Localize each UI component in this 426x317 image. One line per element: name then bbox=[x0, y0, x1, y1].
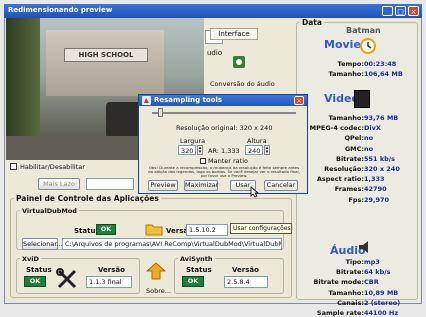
maximize-button[interactable]: □ bbox=[395, 6, 406, 16]
data-row-value: no bbox=[364, 144, 374, 153]
data-row-label: Canais: bbox=[337, 298, 364, 307]
xvid-version-field: 1.1.3 final bbox=[86, 276, 132, 288]
data-row-value: 320 x 240 bbox=[364, 165, 400, 173]
path-field[interactable]: C:\Arquivos de programas\AVI ReComp\Virt… bbox=[62, 238, 282, 250]
keep-ratio-checkbox[interactable] bbox=[200, 158, 206, 164]
data-row-label: Tamanho: bbox=[328, 70, 364, 79]
data-row-label: Bitrate: bbox=[336, 268, 364, 277]
enable-checkbox[interactable] bbox=[10, 163, 17, 170]
dialog-title: Resampling tools bbox=[154, 96, 223, 104]
sobre-icon bbox=[145, 262, 167, 280]
resize-slider-track bbox=[152, 112, 296, 114]
height-label: Altura bbox=[247, 137, 267, 145]
select-button[interactable]: Selecionar... bbox=[22, 238, 63, 250]
data-row-label: Sample rate: bbox=[316, 309, 364, 317]
data-row-value: mp3 bbox=[364, 258, 380, 266]
data-row-label: MPEG-4 codec: bbox=[309, 124, 364, 133]
cancel-button[interactable]: Cancelar bbox=[264, 180, 298, 191]
data-row-value: no bbox=[364, 134, 374, 143]
original-resolution: Resolução original: 320 x 240 bbox=[176, 124, 273, 132]
maximize-res-button[interactable]: Maximizar bbox=[184, 180, 218, 191]
folder-icon bbox=[145, 222, 163, 236]
data-row-label: Tipo: bbox=[345, 258, 364, 266]
data-row-label: Bitrate mode: bbox=[313, 278, 364, 287]
dialog-app-icon bbox=[142, 96, 151, 105]
virtualdub-title: VirtualDubMod bbox=[20, 207, 79, 215]
data-row-label: Resolução: bbox=[324, 165, 364, 173]
width-input[interactable]: 320 bbox=[178, 145, 196, 155]
resize-slider-thumb[interactable] bbox=[158, 108, 163, 117]
data-row-label: Tempo: bbox=[337, 60, 364, 68]
tools-icon bbox=[56, 268, 78, 290]
data-row-value: 64 kb/s bbox=[364, 268, 391, 277]
sobre-button[interactable]: Sobre... bbox=[146, 287, 171, 295]
data-row-value: 00:23:48 bbox=[364, 60, 397, 68]
data-row-value: 10,89 MB bbox=[364, 288, 399, 297]
generic-field[interactable] bbox=[86, 178, 134, 190]
audio-conversion-label[interactable]: Conversão do áudio bbox=[210, 80, 275, 88]
width-spinner[interactable]: ▴ ▾ bbox=[197, 145, 203, 155]
close-button[interactable]: × bbox=[408, 6, 419, 16]
data-row-value: 2 (stereo) bbox=[364, 298, 401, 307]
data-row-value: 551 kb/s bbox=[364, 154, 396, 163]
data-row-value: CBR bbox=[364, 278, 379, 287]
tooltip: Usar configurações específicas. bbox=[230, 223, 292, 234]
preview-button[interactable]: Preview bbox=[148, 180, 178, 191]
data-row-value: 93,76 MB bbox=[364, 114, 399, 122]
movie-section-title: Movie bbox=[324, 38, 361, 51]
enable-label: Habilitar/Desabilitar bbox=[20, 163, 85, 171]
avisynth-title: AviSynth bbox=[178, 255, 215, 263]
data-row-label: Tamanho: bbox=[328, 288, 364, 297]
height-input[interactable]: 240 bbox=[245, 145, 263, 155]
height-spinner[interactable]: ▴ ▾ bbox=[264, 145, 270, 155]
xvid-status-badge: OK bbox=[24, 276, 46, 287]
data-row-value: 44100 Hz bbox=[364, 309, 399, 317]
dialog-close-button[interactable]: × bbox=[294, 96, 304, 105]
data-row-label: Aspect ratio: bbox=[316, 175, 364, 184]
audio-group-label: udio bbox=[207, 49, 223, 57]
minimize-button[interactable]: _ bbox=[382, 6, 393, 16]
data-row-label: QPel: bbox=[344, 134, 364, 143]
width-label: Largura bbox=[180, 137, 206, 145]
data-header: Data bbox=[300, 18, 324, 27]
dialog-note: Obs! Durante a recompressão, a mudança d… bbox=[148, 166, 300, 178]
resampling-dialog bbox=[138, 94, 308, 194]
vdub-version-field: 1.5.10.2 bbox=[186, 224, 228, 236]
data-row-label: Fps: bbox=[348, 195, 364, 204]
xvid-title: XviD bbox=[20, 255, 41, 263]
about-button[interactable]: Mais Lazo bbox=[38, 178, 80, 190]
data-row-value: 1,333 bbox=[364, 175, 385, 184]
data-row-value: DivX bbox=[364, 124, 381, 133]
vdub-status-badge: OK bbox=[96, 224, 116, 235]
xvid-version-label: Versão bbox=[98, 266, 125, 274]
data-row-value: 42790 bbox=[364, 185, 387, 194]
school-building bbox=[46, 30, 164, 96]
avisynth-status-label: Status bbox=[186, 266, 212, 274]
data-row-label: Bitrate: bbox=[336, 154, 364, 163]
data-row-value: 106,64 MB bbox=[364, 70, 403, 79]
file-name: Batman bbox=[346, 26, 381, 35]
data-row-label: Tamanho: bbox=[328, 114, 364, 122]
avisynth-version-field: 2.5.8.4 bbox=[224, 276, 268, 288]
window-title: Redimensionando preview bbox=[8, 6, 113, 14]
data-row-value: 29,970 bbox=[364, 195, 390, 204]
audio-conversion-icon bbox=[228, 54, 250, 72]
keep-ratio-label: Manter ratio bbox=[208, 157, 248, 165]
speaker-icon bbox=[358, 240, 372, 254]
film-icon bbox=[354, 90, 370, 108]
aspect-ratio: AR: 1,333 bbox=[208, 147, 240, 155]
mouse-cursor-icon bbox=[250, 186, 260, 198]
school-sign: HIGH SCHOOL bbox=[64, 48, 148, 62]
tab-interface[interactable]: Interface bbox=[210, 28, 258, 40]
control-panel-title: Painel de Controle das Aplicações bbox=[14, 194, 161, 203]
avisynth-version-label: Versão bbox=[232, 266, 259, 274]
movie-clock-icon bbox=[360, 38, 376, 54]
data-row-label: GMC: bbox=[344, 144, 364, 153]
data-row-label: Frames: bbox=[334, 185, 364, 194]
avisynth-status-badge: OK bbox=[182, 276, 204, 287]
xvid-status-label: Status bbox=[26, 266, 52, 274]
